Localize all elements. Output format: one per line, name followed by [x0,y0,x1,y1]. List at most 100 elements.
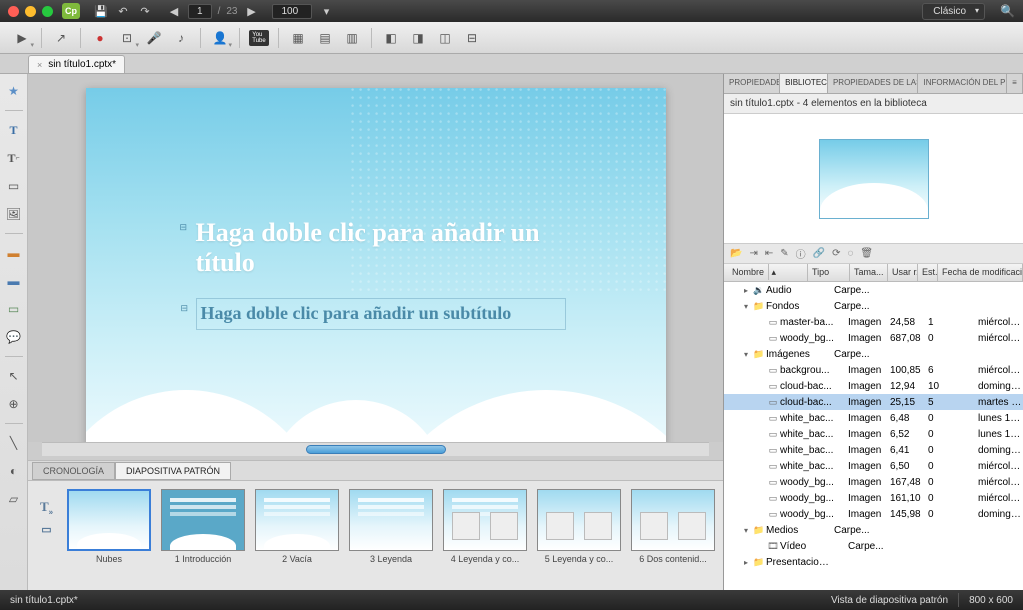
filmstrip-thumbnail[interactable] [443,489,527,551]
zoom-field[interactable]: 100 [272,4,312,19]
next-page-icon[interactable]: ▶ [243,3,259,19]
usage-icon[interactable]: 🔗 [813,248,825,259]
actors-button[interactable]: 👤 [208,26,232,50]
properties-icon[interactable]: ⓘ [796,246,806,261]
filmstrip-item[interactable]: Nubes [67,489,151,582]
click-box-tool-icon[interactable]: ▬ [3,270,25,292]
library-row[interactable]: ▭woody_bg...Imagen687,080miércoles 18 de… [724,330,1023,346]
filmstrip-item[interactable]: 2 Vacía [255,489,339,582]
guides-button[interactable]: ▥ [340,26,364,50]
align-center-button[interactable]: ◫ [433,26,457,50]
canvas[interactable]: ⊟ Haga doble clic para añadir un título … [28,74,723,442]
library-row[interactable]: ▭white_bac...Imagen6,410domingo 22 de ab… [724,442,1023,458]
library-row[interactable]: ▸📁Presentaciones [724,554,1023,570]
filmstrip-item[interactable]: 4 Leyenda y co... [443,489,527,582]
record-screen-button[interactable]: ⊡ [115,26,139,50]
align-back-button[interactable]: ◨ [406,26,430,50]
library-row[interactable]: ▭woody_bg...Imagen145,980domingo 22 de a… [724,506,1023,522]
col-status[interactable]: Est... [918,264,938,281]
smart-shape-tool-icon[interactable]: ▱ [3,488,25,510]
distribute-button[interactable]: ⊟ [460,26,484,50]
snap-button[interactable]: ▦ [286,26,310,50]
library-row[interactable]: ▾📁MediosCarpe... [724,522,1023,538]
library-row[interactable]: ▭woody_bg...Imagen167,480miércoles 18 de… [724,474,1023,490]
library-row[interactable]: ▭master-ba...Imagen24,581miércoles 11 de… [724,314,1023,330]
update-icon[interactable]: ⟳ [832,248,840,259]
scrollbar-thumb[interactable] [306,445,446,454]
prev-page-icon[interactable]: ◀ [166,3,182,19]
filmstrip-thumbnail[interactable] [67,489,151,551]
twist-icon[interactable]: ▸ [740,286,752,295]
edit-icon[interactable]: ✎ [780,248,788,259]
filmstrip-item[interactable]: 6 Dos contenid... [631,489,715,582]
audio-button[interactable]: ♪ [169,26,193,50]
workspace-dropdown[interactable]: Clásico [922,3,985,20]
twist-icon[interactable]: ▾ [740,302,752,311]
library-row[interactable]: ▸🔉AudioCarpe... [724,282,1023,298]
zoom-window-icon[interactable] [42,6,53,17]
text-insert-icon[interactable]: T» [40,499,53,517]
open-icon[interactable]: 📂 [730,248,742,259]
tab-master-slide[interactable]: DIAPOSITIVA PATRÓN [115,462,231,480]
filmstrip-thumbnail[interactable] [349,489,433,551]
filmstrip-thumbnail[interactable] [255,489,339,551]
library-row[interactable]: ▭cloud-bac...Imagen25,155martes 24 de ab… [724,394,1023,410]
library-tree[interactable]: ▸🔉AudioCarpe...▾📁FondosCarpe...▭master-b… [724,282,1023,590]
preview-button[interactable]: ▶ [10,26,34,50]
col-size[interactable]: Tama... [850,264,888,281]
text-anim-tool-icon[interactable]: 💬 [3,326,25,348]
highlight-tool-icon[interactable]: ▬ [3,242,25,264]
page-current-field[interactable]: 1 [188,4,212,19]
document-tab[interactable]: × sin título1.cptx* [28,55,125,73]
mouse-tool-icon[interactable]: ↖ [3,365,25,387]
filmstrip-item[interactable]: 3 Leyenda [349,489,433,582]
title-placeholder[interactable]: ⊟ Haga doble clic para añadir un título [196,218,566,278]
tab-properties[interactable]: PROPIEDADES [724,74,780,93]
library-row[interactable]: 🎞VídeoCarpe... [724,538,1023,554]
undo-icon[interactable]: ↶ [115,3,131,19]
tab-library[interactable]: BIBLIOTECA [780,74,828,93]
library-row[interactable]: ▭white_bac...Imagen6,480lunes 16 de abri… [724,410,1023,426]
zoom-tool-icon[interactable]: ⊕ [3,393,25,415]
twist-icon[interactable]: ▾ [740,526,752,535]
library-row[interactable]: ▭backgrou...Imagen100,856miércoles 11 de… [724,362,1023,378]
favorites-tool-icon[interactable]: ★ [3,80,25,102]
image-tool-icon[interactable]: 🖼 [3,203,25,225]
filmstrip-item[interactable]: 5 Leyenda y co... [537,489,621,582]
library-row[interactable]: ▭woody_bg...Imagen161,100miércoles 25 de… [724,490,1023,506]
text-caption-tool-icon[interactable]: T [3,119,25,141]
line-tool-icon[interactable]: ╲ [3,432,25,454]
import-icon[interactable]: ⇥ [749,248,757,259]
button-tool-icon[interactable]: ▭ [3,298,25,320]
filmstrip-thumbnail[interactable] [537,489,621,551]
library-row[interactable]: ▭white_bac...Imagen6,520lunes 16 de abri… [724,426,1023,442]
search-icon[interactable]: 🔍 [1000,4,1015,18]
record-audio-button[interactable]: 🎤 [142,26,166,50]
twist-icon[interactable]: ▾ [740,350,752,359]
library-row[interactable]: ▭cloud-bac...Imagen12,9410domingo 22 de … [724,378,1023,394]
tab-project-info[interactable]: INFORMACIÓN DEL PROY [918,74,1007,93]
placeholder-icon[interactable]: ▭ [41,523,51,536]
widget-tool-icon[interactable]: ◐ [3,460,25,482]
twist-icon[interactable]: ▸ [740,558,752,567]
col-name[interactable]: Nombre ▴ [724,264,808,281]
grid-button[interactable]: ▤ [313,26,337,50]
subtitle-placeholder[interactable]: ⊟ Haga doble clic para añadir un subtítu… [196,298,566,330]
text-entry-tool-icon[interactable]: T⌐ [3,147,25,169]
save-icon[interactable]: 💾 [93,3,109,19]
zoom-dropdown-icon[interactable]: ▾ [318,3,334,19]
select-unused-icon[interactable]: ◌ [847,248,853,259]
library-row[interactable]: ▾📁ImágenesCarpe... [724,346,1023,362]
filmstrip-thumbnail[interactable] [161,489,245,551]
filmstrip-item[interactable]: 1 Introducción [161,489,245,582]
export-icon[interactable]: ⇤ [765,248,773,259]
horizontal-scrollbar[interactable] [42,442,709,456]
redo-icon[interactable]: ↷ [137,3,153,19]
tab-timeline[interactable]: CRONOLOGÍA [32,462,115,480]
filmstrip-thumbnail[interactable] [631,489,715,551]
col-date[interactable]: Fecha de modificación [938,264,1023,281]
minimize-window-icon[interactable] [25,6,36,17]
close-tab-icon[interactable]: × [37,60,42,70]
tab-presentation-props[interactable]: PROPIEDADES DE LAS PR [828,74,919,93]
delete-icon[interactable]: 🗑 [860,248,873,259]
